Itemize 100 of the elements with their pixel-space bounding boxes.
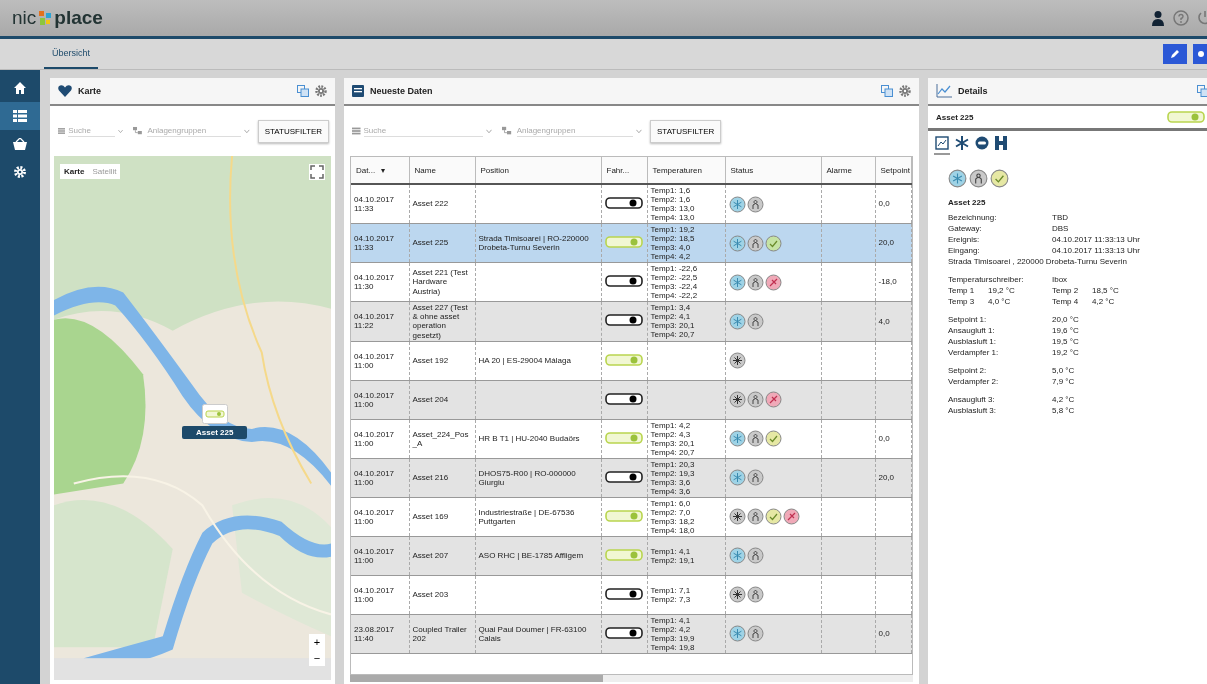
temperature-value: Temp3: 20,1 — [650, 321, 696, 331]
fullscreen-icon[interactable] — [309, 164, 325, 180]
column-header[interactable]: Alarme — [821, 157, 875, 184]
setpoint-cell-text: 0,0 — [878, 199, 891, 209]
field-label: Temp 1 — [948, 285, 976, 296]
group-field[interactable]: Anlagengruppen — [516, 125, 634, 137]
temperature-value: Temp1: -22,6 — [650, 264, 699, 273]
chart-icon — [936, 84, 952, 98]
panel-title: Details — [958, 86, 988, 96]
table-row[interactable]: 04.10.2017 11:00 Asset 192 HA 20 | ES-29004 Málaga — [351, 341, 912, 381]
temperature-value: Temp3: 20,1 — [650, 438, 696, 448]
temperature-value: Temp2: 4,2 — [650, 624, 692, 634]
table-row[interactable]: 04.10.2017 11:30 Asset 221 (Test Hardware Austria) Temp1: -22,6 Temp2: -22,5 Temp3: -22,4 Temp4: -22,2 -18,0 — [351, 262, 912, 302]
settings-icon[interactable] — [899, 85, 911, 97]
copy-icon[interactable] — [297, 85, 309, 97]
asset-heading: Asset 225 — [948, 198, 987, 207]
cloud-button[interactable] — [1193, 44, 1207, 64]
temperature-value: Temp2: 18,5 — [650, 234, 696, 243]
name-cell-text: Asset 221 (Test Hardware Austria) — [412, 268, 469, 296]
temperature-value: Temp2: 1,6 — [650, 195, 692, 204]
position-cell-text: HA 20 | ES-29004 Málaga — [478, 356, 572, 366]
setpoint-cell-text: 4,0 — [878, 316, 891, 326]
date-cell-text: 04.10.2017 11:00 — [354, 429, 396, 448]
search-field[interactable]: Suche — [68, 125, 116, 137]
name-cell-text: Asset_224_Pos_A — [412, 429, 470, 448]
table-row[interactable]: 04.10.2017 11:00 Asset_224_Pos_A HR B T1 | HU-2040 Budaörs Temp1: 4,2 Temp2: 4,3 Temp3: 20,1 Temp4: 20,7 0,0 — [351, 419, 912, 459]
temperature-value: Temp2: 4,3 — [650, 429, 692, 439]
overview-tab[interactable]: Übersicht — [44, 42, 98, 69]
setpoint-cell-text: 0,0 — [878, 629, 891, 639]
table-row[interactable]: 04.10.2017 11:00 Asset 207 ASO RHC | BE-1785 Affligem Temp1: 4,1 Temp2: 19,1 — [351, 536, 912, 576]
field-value: 4,2 °C — [1052, 394, 1076, 405]
setpoint-cell-text: 20,0 — [878, 473, 896, 483]
marker-label[interactable]: Asset 225 — [182, 426, 248, 439]
date-cell-text: 04.10.2017 11:00 — [354, 390, 396, 409]
copy-icon[interactable] — [881, 85, 893, 97]
temperature-value: Temp2: -22,5 — [650, 273, 699, 282]
position-cell-text: Strada Timisoarei | RO-220000 Drobeta-Turnu Severin — [478, 233, 590, 253]
hierarchy-icon — [133, 126, 145, 136]
column-header[interactable]: Name — [409, 157, 475, 184]
table-row[interactable]: 04.10.2017 11:33 Asset 222 Temp1: 1,6 Temp2: 1,6 Temp3: 13,0 Temp4: 13,0 0,0 — [351, 184, 912, 224]
home-icon — [13, 81, 27, 95]
snowflake-icon — [955, 136, 969, 150]
name-cell-text: Asset 203 — [412, 590, 450, 600]
edit-button[interactable] — [1163, 44, 1187, 64]
table-row[interactable]: 04.10.2017 11:22 Asset 227 (Test & ohne asset operation gesetzt) Temp1: 3,4 Temp2: 4,1 Temp3: 20,1 Temp4: 20,7 4,0 — [351, 301, 912, 342]
scrollbar[interactable] — [350, 675, 913, 682]
copy-icon[interactable] — [1197, 85, 1207, 97]
date-cell-text: 04.10.2017 11:33 — [354, 194, 396, 214]
settings-icon[interactable] — [315, 85, 327, 97]
list-icon — [352, 127, 361, 135]
status-filter-button[interactable]: STATUSFILTER — [650, 119, 722, 143]
user-icon[interactable] — [1151, 10, 1165, 26]
date-cell-text: 04.10.2017 11:00 — [354, 468, 396, 487]
field-label: Setpoint 2: — [948, 365, 988, 376]
temperature-value: Temp1: 4,1 — [650, 615, 692, 625]
search-field[interactable]: Suche — [363, 125, 483, 137]
name-cell-text: Asset 204 — [412, 395, 450, 405]
field-value: 7,9 °C — [1052, 376, 1076, 387]
list-icon — [58, 127, 66, 135]
temperature-value: Temp1: 20,3 — [650, 459, 696, 469]
list-icon — [352, 85, 364, 97]
table-row[interactable]: 04.10.2017 11:00 Asset 204 — [351, 380, 912, 420]
capsule-icon — [975, 136, 989, 150]
column-header[interactable]: Setpoint — [875, 157, 912, 184]
field-value: 18,5 °C — [1092, 285, 1120, 296]
table-row[interactable]: 04.10.2017 11:00 Asset 203 Temp1: 7,1 Temp2: 7,3 — [351, 575, 912, 615]
temperature-value: Temp3: -22,4 — [650, 282, 699, 291]
temperature-value: Temp1: 4,2 — [650, 420, 692, 430]
name-cell-text: Coupled Trailer 202 — [412, 624, 468, 643]
field-value: 19,2 °C — [1052, 347, 1080, 358]
column-header[interactable]: Dat... ▾ — [351, 157, 409, 184]
table-row[interactable]: 04.10.2017 11:00 Asset 169 Industriestraße | DE-67536 Puttgarten Temp1: 6,0 Temp2: 7,0 Temp3: 18,2 Temp4: 18,0 — [351, 497, 912, 537]
column-header[interactable]: Temperaturen — [647, 157, 725, 184]
temperature-value: Temp1: 1,6 — [650, 186, 692, 195]
temperature-value: Temp2: 7,3 — [650, 594, 692, 604]
temperature-value: Temp2: 19,1 — [650, 555, 696, 565]
status-filter-button[interactable]: STATUSFILTER — [257, 119, 329, 143]
temperature-value: Temp2: 19,3 — [650, 468, 696, 478]
table-row[interactable]: 23.08.2017 11:40 Coupled Trailer 202 Quai Paul Doumer | FR-63100 Calais Temp1: 4,1 Temp2: 4,2 Temp3: 19,9 Temp4: 19,8 0,0 — [351, 614, 912, 654]
chart-icon — [935, 136, 949, 150]
power-icon[interactable] — [1197, 10, 1207, 26]
column-header[interactable]: Position — [475, 157, 601, 184]
group-field[interactable]: Anlagengruppen — [147, 125, 242, 137]
column-header[interactable]: Status — [725, 157, 821, 184]
name-cell-text: Asset 169 — [412, 512, 450, 522]
name-cell-text: Asset 207 — [412, 551, 450, 561]
temperature-value: Temp4: -22,2 — [650, 291, 699, 300]
field-value: 04.10.2017 11:33:13 Uhr — [1052, 234, 1141, 245]
table-row[interactable]: 04.10.2017 11:00 Asset 216 DHOS75-R00 | RO-000000 Giurgiu Temp1: 20,3 Temp2: 19,3 Temp3: 3,6 Temp4: 3,6 20,0 — [351, 458, 912, 498]
date-cell-text: 23.08.2017 11:40 — [354, 624, 396, 643]
field-value: 4,0 °C — [988, 296, 1012, 307]
temperature-value: Temp4: 19,8 — [650, 642, 696, 652]
table-row[interactable]: 04.10.2017 11:33 Asset 225 Strada Timisoarei | RO-220000 Drobeta-Turnu Severin Temp1: 19,2 Temp2: 18,5 Temp3: 4,0 Temp4: 4,2 20,0 — [351, 223, 912, 263]
help-icon[interactable] — [1173, 10, 1189, 26]
dashboard-button[interactable] — [0, 102, 40, 130]
setpoint-cell-text: -18,0 — [878, 277, 898, 287]
field-label: Eingang: — [948, 245, 981, 256]
table-tab[interactable] — [934, 135, 950, 155]
field-value: 5,0 °C — [1052, 365, 1076, 376]
column-header[interactable]: Fahr... — [601, 157, 647, 184]
